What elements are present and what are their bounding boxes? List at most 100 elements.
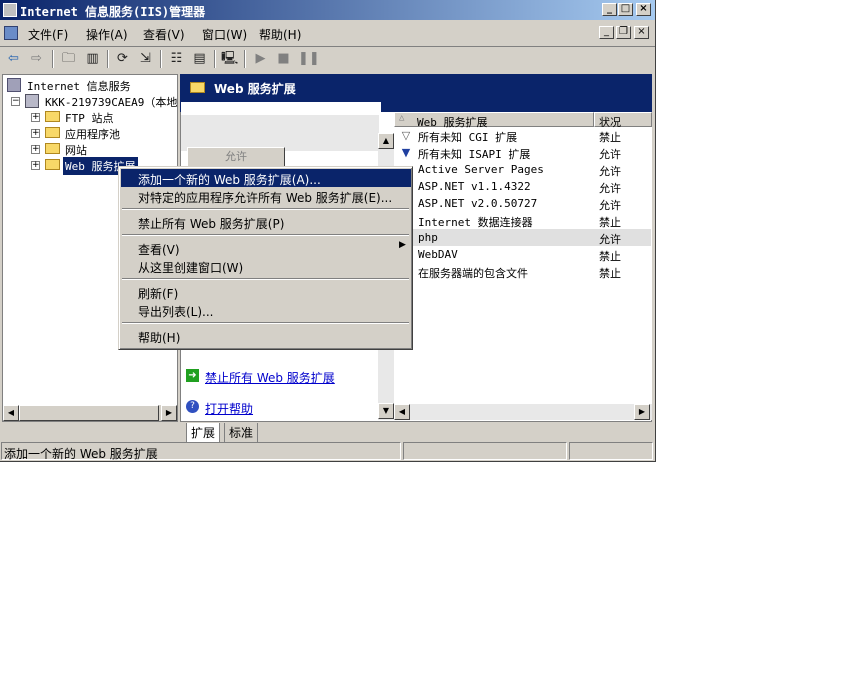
filter-icon: ▽	[401, 129, 411, 142]
tree-root[interactable]: Internet 信息服务	[27, 78, 131, 94]
close-button[interactable]: ×	[636, 3, 651, 16]
menu-separator	[122, 208, 409, 210]
menu-item-view[interactable]: 查看(V) ▶	[121, 239, 411, 257]
extension-name: 所有未知 ISAPI 扩展	[418, 148, 531, 161]
menu-item-label: 帮助(H)	[138, 331, 181, 345]
mdi-restore-button[interactable]: ❐	[616, 26, 631, 39]
allow-button[interactable]: 允许	[187, 147, 285, 167]
list-item[interactable]: ASP.NET v1.1.4322 允许	[395, 178, 651, 195]
extension-status: 允许	[599, 165, 621, 178]
play-icon[interactable]: ▶	[252, 50, 269, 67]
minimize-button[interactable]: _	[602, 3, 617, 16]
task-panel-band	[181, 115, 379, 151]
back-icon[interactable]: ⇦	[5, 50, 22, 67]
submenu-arrow-icon: ▶	[399, 240, 406, 250]
maximize-button[interactable]: □	[618, 3, 633, 16]
menu-separator	[122, 278, 409, 280]
scroll-right-icon[interactable]: ▶	[161, 405, 177, 421]
refresh-icon[interactable]: ⟳	[114, 50, 131, 67]
list-item[interactable]: ASP.NET v2.0.50727 允许	[395, 195, 651, 212]
mdi-close-button[interactable]: ×	[634, 26, 649, 39]
computer-icon[interactable]: 🖳	[221, 50, 238, 67]
folder-icon	[45, 143, 60, 154]
iis-root-icon	[7, 78, 21, 92]
extension-status: 禁止	[599, 216, 621, 229]
tree-expand-icon[interactable]: +	[31, 129, 40, 138]
properties-icon[interactable]: ☷	[168, 50, 185, 67]
scroll-up-icon[interactable]: ▲	[378, 133, 394, 149]
list-item[interactable]: ▼ 所有未知 ISAPI 扩展 允许	[395, 144, 651, 161]
folder-icon	[45, 159, 60, 170]
list-item[interactable]: php 允许	[395, 229, 651, 246]
extension-status: 禁止	[599, 250, 621, 263]
tab-extended[interactable]: 扩展	[186, 423, 221, 443]
show-tree-icon[interactable]: ▥	[84, 50, 101, 67]
scroll-down-icon[interactable]: ▼	[378, 403, 394, 419]
tree-item-websites[interactable]: 网站	[65, 142, 87, 158]
menu-item-refresh[interactable]: 刷新(F)	[121, 283, 411, 301]
mdi-minimize-button[interactable]: _	[599, 26, 614, 39]
scroll-thumb[interactable]	[19, 405, 159, 421]
menu-item-label: 对特定的应用程序允许所有 Web 服务扩展(E)...	[138, 191, 393, 205]
menu-help[interactable]: 帮助(H)	[259, 26, 301, 43]
pause-icon[interactable]: ❚❚	[298, 50, 320, 67]
menu-item-export-list[interactable]: 导出列表(L)...	[121, 301, 411, 319]
mmc-icon	[4, 26, 18, 40]
extension-status: 允许	[599, 199, 621, 212]
column-header-name[interactable]: △ Web 服务扩展	[394, 112, 594, 129]
details-header: Web 服务扩展	[180, 74, 652, 102]
tree-expand-icon[interactable]: +	[31, 161, 40, 170]
menu-item-new-window[interactable]: 从这里创建窗口(W)	[121, 257, 411, 275]
tree-server[interactable]: KKK-219739CAEA9（本地计	[45, 94, 177, 110]
open-help-link[interactable]: 打开帮助	[205, 400, 253, 417]
menu-item-label: 查看(V)	[138, 243, 180, 257]
extension-name: WebDAV	[418, 248, 458, 261]
list-item[interactable]: Internet 数据连接器 禁止	[395, 212, 651, 229]
list-item[interactable]: WebDAV 禁止	[395, 246, 651, 263]
tree-collapse-icon[interactable]: −	[11, 97, 20, 106]
menu-file[interactable]: 文件(F)	[28, 26, 68, 43]
scroll-left-icon[interactable]: ◀	[3, 405, 19, 421]
extension-name: Internet 数据连接器	[418, 216, 533, 229]
forward-icon[interactable]: ⇨	[28, 50, 45, 67]
toolbar-separator	[214, 50, 216, 68]
extension-status: 禁止	[599, 267, 621, 280]
menu-item-add-extension[interactable]: 添加一个新的 Web 服务扩展(A)...	[121, 169, 411, 187]
title-bar[interactable]: Internet 信息服务(IIS)管理器 _ □ ×	[0, 0, 655, 20]
tree-expand-icon[interactable]: +	[31, 145, 40, 154]
toolbar: ⇦ ⇨ 🗀 ▥ ⟳ ⇲ ☷ ▤ 🖳 ▶ ■ ❚❚	[0, 47, 655, 71]
tab-standard[interactable]: 标准	[224, 423, 259, 443]
menu-view[interactable]: 查看(V)	[143, 26, 185, 43]
block-all-link[interactable]: 禁止所有 Web 服务扩展	[205, 369, 335, 386]
tree-expand-icon[interactable]: +	[31, 113, 40, 122]
extension-status: 允许	[599, 182, 621, 195]
export-icon[interactable]: ⇲	[137, 50, 154, 67]
tree-item-app-pools[interactable]: 应用程序池	[65, 126, 120, 142]
extension-name: php	[418, 231, 438, 244]
app-icon	[3, 3, 17, 17]
scroll-left-icon[interactable]: ◀	[394, 404, 410, 420]
tree-item-ftp[interactable]: FTP 站点	[65, 110, 114, 126]
list-item[interactable]: ▽ 所有未知 CGI 扩展 禁止	[395, 127, 651, 144]
menu-item-block-all[interactable]: 禁止所有 Web 服务扩展(P)	[121, 213, 411, 231]
list-item[interactable]: 在服务器端的包含文件 禁止	[395, 263, 651, 280]
list-item[interactable]: Active Server Pages 允许	[395, 161, 651, 178]
window-title: Internet 信息服务(IIS)管理器	[20, 5, 206, 19]
tree-horizontal-scrollbar[interactable]: ◀ ▶	[3, 405, 177, 421]
menu-window[interactable]: 窗口(W)	[202, 26, 247, 43]
menu-item-allow-all-for-app[interactable]: 对特定的应用程序允许所有 Web 服务扩展(E)...	[121, 187, 411, 205]
extension-name: ASP.NET v2.0.50727	[418, 197, 538, 210]
help-icon[interactable]: ▤	[191, 50, 208, 67]
folder-icon	[45, 111, 60, 122]
column-header-status[interactable]: 状况	[594, 112, 652, 129]
menu-item-help[interactable]: 帮助(H)	[121, 327, 411, 345]
menu-item-label: 禁止所有 Web 服务扩展(P)	[138, 217, 285, 231]
menu-action[interactable]: 操作(A)	[86, 26, 128, 43]
scroll-right-icon[interactable]: ▶	[634, 404, 650, 420]
up-folder-icon[interactable]: 🗀	[60, 50, 77, 67]
filter-icon: ▼	[401, 146, 411, 159]
extension-name: 所有未知 CGI 扩展	[418, 131, 518, 144]
status-text: 添加一个新的 Web 服务扩展	[4, 447, 158, 461]
stop-icon[interactable]: ■	[275, 50, 292, 67]
list-horizontal-scrollbar[interactable]: ◀ ▶	[394, 404, 652, 420]
